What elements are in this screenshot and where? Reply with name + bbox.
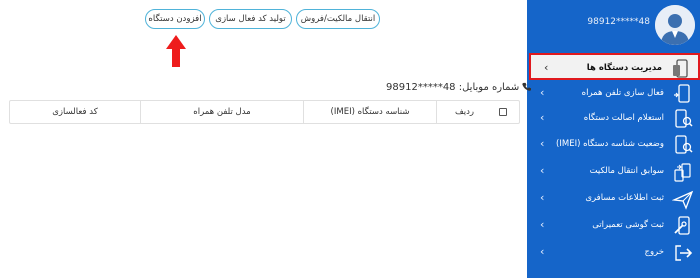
sidebar: 98912*****48 مدیریت دستگاه ها ‹ فعال ساز… xyxy=(527,0,700,278)
avatar[interactable] xyxy=(655,5,695,45)
sidebar-item-label: مدیریت دستگاه ها xyxy=(586,63,662,73)
select-all-checkbox[interactable] xyxy=(499,108,507,116)
column-header-activation-code: کد فعالسازی xyxy=(52,107,98,117)
sidebar-item-logout[interactable]: خروج ‹ xyxy=(527,239,700,266)
sidebar-item-authenticity-check[interactable]: استعلام اصالت دستگاه ‹ xyxy=(527,105,700,132)
chevron-left-icon: ‹ xyxy=(540,111,545,124)
column-header-imei: شناسه دستگاه (IMEI) xyxy=(330,107,410,117)
transfer-ownership-button[interactable]: انتقال مالکیت/فروش xyxy=(296,9,380,29)
plane-icon xyxy=(672,190,694,210)
profile-header: 98912*****48 xyxy=(527,0,700,52)
sidebar-item-transfer-history[interactable]: سوابق انتقال مالکیت ‹ xyxy=(527,158,700,185)
chevron-left-icon: ‹ xyxy=(544,61,549,74)
sidebar-item-phone-activation[interactable]: فعال سازی تلفن همراه ‹ xyxy=(527,80,700,107)
logout-icon xyxy=(675,245,693,261)
sidebar-item-label: خروج xyxy=(644,247,664,257)
repair-icon xyxy=(674,216,690,235)
chevron-left-icon: ‹ xyxy=(540,191,545,204)
column-header-row: ردیف xyxy=(454,107,475,117)
chevron-left-icon: ‹ xyxy=(540,164,545,177)
phone-search-icon xyxy=(675,109,693,128)
sidebar-item-device-management[interactable]: مدیریت دستگاه ها ‹ xyxy=(529,53,700,80)
device-manage-icon xyxy=(673,59,688,78)
devices-table-header: کد فعالسازی مدل تلفن همراه شناسه دستگاه … xyxy=(9,100,520,124)
sidebar-item-imei-status[interactable]: وضعیت شناسه دستگاه (IMEI) ‹ xyxy=(527,131,700,158)
sidebar-item-label: استعلام اصالت دستگاه xyxy=(583,113,664,123)
sidebar-item-label: سوابق انتقال مالکیت xyxy=(589,166,664,176)
transfer-icon xyxy=(674,163,691,182)
sidebar-item-label: ثبت گوشی تعمیراتی xyxy=(592,220,664,230)
phone-activate-icon xyxy=(674,84,690,103)
profile-phone: 98912*****48 xyxy=(587,17,650,27)
generate-activation-code-button[interactable]: تولید کد فعال سازی xyxy=(209,9,292,29)
chevron-left-icon: ‹ xyxy=(540,218,545,231)
chevron-left-icon: ‹ xyxy=(540,245,545,258)
sidebar-item-passenger-info[interactable]: ثبت اطلاعات مسافری ‹ xyxy=(527,185,700,212)
arrow-up-icon xyxy=(166,35,186,67)
mobile-number-text: شماره موبایل: 48*****98912 xyxy=(386,82,520,93)
mobile-number-line: شماره موبایل: 48*****98912 xyxy=(386,82,532,93)
phone-icon xyxy=(522,82,532,91)
sidebar-item-repair-phone[interactable]: ثبت گوشی تعمیراتی ‹ xyxy=(527,212,700,239)
add-device-button[interactable]: افزودن دستگاه xyxy=(145,9,205,29)
chevron-left-icon: ‹ xyxy=(540,137,545,150)
phone-status-icon xyxy=(675,135,693,154)
sidebar-item-label: وضعیت شناسه دستگاه (IMEI) xyxy=(556,139,664,149)
column-header-model: مدل تلفن همراه xyxy=(193,107,251,117)
user-avatar-icon xyxy=(655,5,695,45)
chevron-left-icon: ‹ xyxy=(540,86,545,99)
sidebar-item-label: فعال سازی تلفن همراه xyxy=(581,88,664,98)
sidebar-item-label: ثبت اطلاعات مسافری xyxy=(585,193,664,203)
